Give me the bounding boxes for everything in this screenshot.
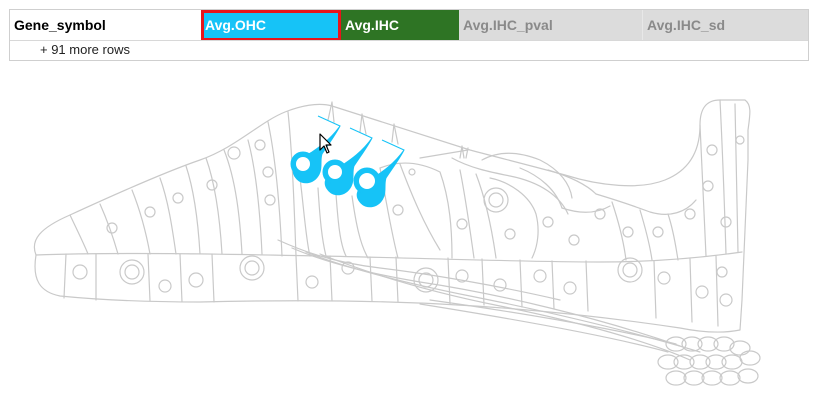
outer-hair-cell-1-inner xyxy=(296,157,310,171)
inner-region xyxy=(451,152,697,261)
diagram-outline xyxy=(33,99,761,386)
app-root: Gene_symbol Avg.OHC Avg.IHC Avg.IHC_pval… xyxy=(0,0,820,404)
organ-of-corti-diagram xyxy=(33,99,761,386)
tissue-outline xyxy=(33,99,751,333)
outer-hair-cell-3-inner xyxy=(359,173,375,189)
nerve-bundle xyxy=(419,299,761,386)
left-cell-region xyxy=(69,139,276,255)
mouse-pointer-icon xyxy=(319,133,332,154)
outer-hair-cell-2-inner xyxy=(328,165,342,179)
basal-cell-row xyxy=(63,253,733,327)
outer-hair-cells[interactable] xyxy=(290,115,405,208)
basilar-membrane xyxy=(35,251,743,263)
stereocilia xyxy=(327,101,469,159)
limbus-region xyxy=(699,99,745,257)
